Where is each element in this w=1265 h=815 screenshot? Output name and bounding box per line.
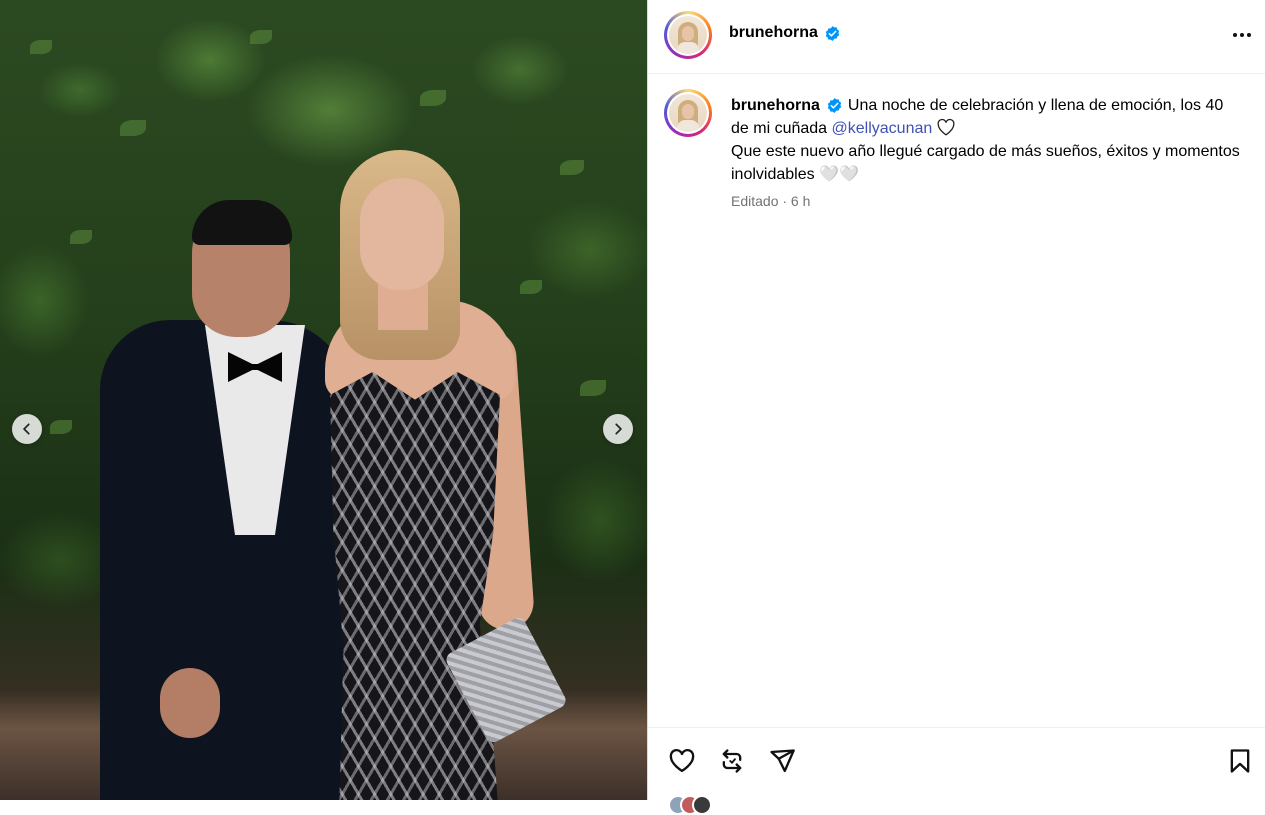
author-username-link[interactable]: brunehorna: [729, 24, 841, 42]
save-button[interactable]: [1224, 745, 1256, 777]
repost-button[interactable]: [716, 745, 748, 777]
white-heart-emoji-icon: [937, 118, 955, 136]
repost-icon: [722, 749, 742, 773]
post-header: brunehorna: [648, 0, 1265, 74]
liker-avatars[interactable]: [668, 795, 720, 815]
action-bar: [648, 727, 1265, 815]
author-username[interactable]: brunehorna: [729, 24, 818, 42]
author-avatar[interactable]: [664, 11, 712, 59]
caption-avatar[interactable]: [664, 89, 712, 137]
previous-photo-button[interactable]: [12, 414, 42, 444]
chevron-left-icon: [23, 423, 30, 435]
more-dots-icon: [1233, 33, 1237, 37]
mention-link[interactable]: @kellyacunan: [832, 120, 933, 137]
share-icon: [770, 749, 795, 773]
chevron-right-icon: [615, 423, 622, 435]
more-options-button[interactable]: [1227, 22, 1257, 48]
sequin-dress: [330, 372, 500, 800]
post-meta: Editado · 6 h: [731, 193, 811, 209]
next-photo-button[interactable]: [603, 414, 633, 444]
caption-line-2: Que este nuevo año llegué cargado de más…: [731, 143, 1240, 183]
caption-username[interactable]: brunehorna: [731, 94, 820, 117]
like-button[interactable]: [666, 745, 698, 777]
heart-icon: [669, 748, 695, 773]
post-photo[interactable]: [0, 0, 647, 800]
caption-text: brunehorna Una noche de celebración y ll…: [731, 94, 1241, 186]
share-button[interactable]: [766, 745, 798, 777]
post-details-panel: brunehorna brunehorna Una noche de celeb…: [648, 0, 1265, 815]
bookmark-icon: [1230, 749, 1250, 773]
caption-username-link[interactable]: brunehorna: [731, 94, 843, 117]
woman-figure: [360, 178, 444, 290]
verified-badge-icon: [825, 25, 840, 41]
verified-badge-icon: [827, 98, 842, 113]
